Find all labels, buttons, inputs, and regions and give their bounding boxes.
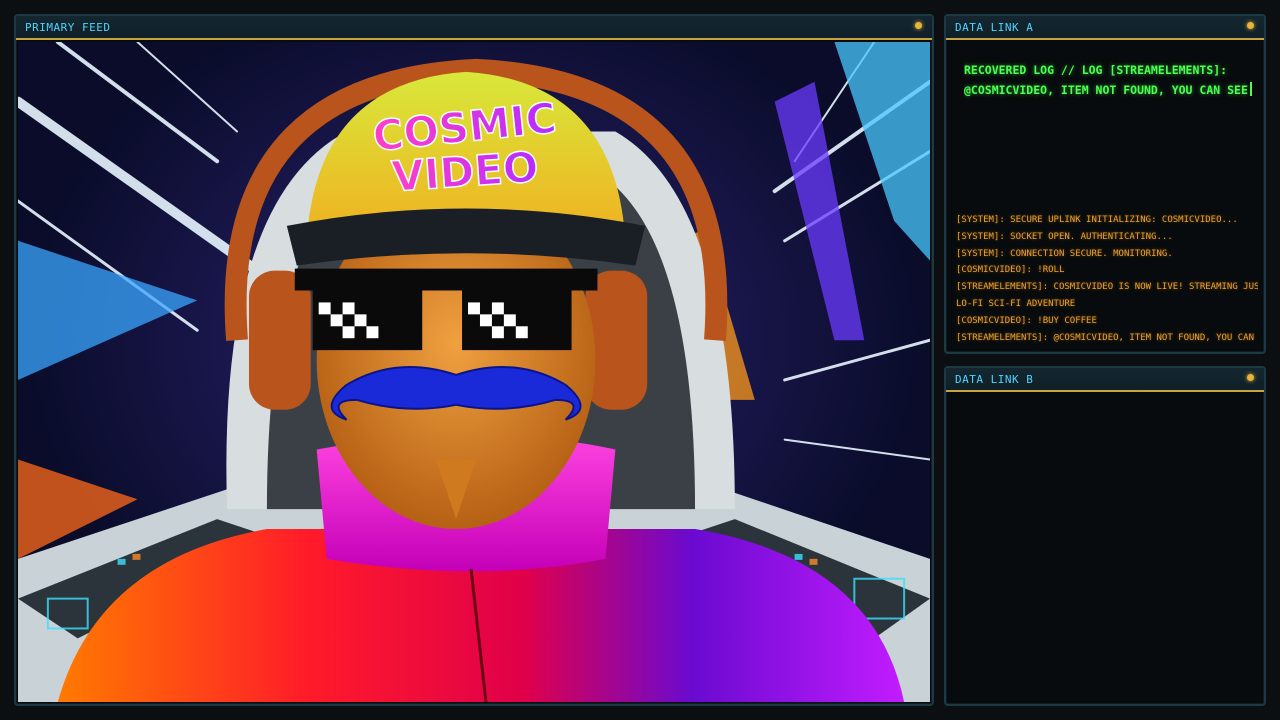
- panel-title: DATA LINK A: [955, 21, 1034, 34]
- panel-header: PRIMARY FEED: [16, 16, 932, 40]
- panel-header: DATA LINK B: [946, 368, 1264, 392]
- chat-log: [SYSTEM]: SECURE UPLINK INITIALIZING: CO…: [956, 212, 1258, 346]
- panel-title: DATA LINK B: [955, 373, 1034, 386]
- cap-text-line2: VIDEO: [390, 142, 540, 201]
- video-feed[interactable]: COSMIC VIDEO: [18, 42, 930, 702]
- recovered-log-text: @COSMICVIDEO, ITEM NOT FOUND, YOU CAN SE…: [964, 83, 1248, 97]
- data-link-a-panel: DATA LINK A RECOVERED LOG // LOG [STREAM…: [944, 14, 1266, 354]
- status-indicator-icon: [1247, 374, 1254, 381]
- status-indicator-icon: [915, 22, 922, 29]
- primary-feed-panel: PRIMARY FEED COSMIC VIDEO: [14, 14, 934, 706]
- panel-header: DATA LINK A: [946, 16, 1264, 40]
- data-link-b-panel: DATA LINK B: [944, 366, 1266, 706]
- log-line: [SYSTEM]: SOCKET OPEN. AUTHENTICATING...: [956, 231, 1173, 242]
- log-line: [SYSTEM]: SECURE UPLINK INITIALIZING: CO…: [956, 215, 1238, 225]
- log-line: [STREAMELEMENTS]: COSMICVIDEO IS NOW LIV…: [956, 282, 1258, 293]
- log-line: [COSMICVIDEO]: !BUY COFFEE: [956, 315, 1097, 326]
- log-line: [SYSTEM]: CONNECTION SECURE. MONITORING.: [956, 248, 1173, 259]
- recovered-log-line: @COSMICVIDEO, ITEM NOT FOUND, YOU CAN SE…: [964, 80, 1252, 100]
- log-line: LO-FI SCI-FI ADVENTURE: [956, 298, 1076, 309]
- log-line: [COSMICVIDEO]: !ROLL: [956, 265, 1065, 276]
- panel-title: PRIMARY FEED: [25, 21, 111, 34]
- recovered-log-line: RECOVERED LOG // LOG [STREAMELEMENTS]:: [964, 63, 1228, 77]
- recovered-log: RECOVERED LOG // LOG [STREAMELEMENTS]: @…: [964, 60, 1252, 100]
- log-line: [STREAMELEMENTS]: @COSMICVIDEO, ITEM NOT…: [956, 332, 1258, 343]
- status-indicator-icon: [1247, 22, 1254, 29]
- stream-scene: COSMIC VIDEO: [18, 42, 930, 702]
- cursor-icon: [1249, 82, 1252, 96]
